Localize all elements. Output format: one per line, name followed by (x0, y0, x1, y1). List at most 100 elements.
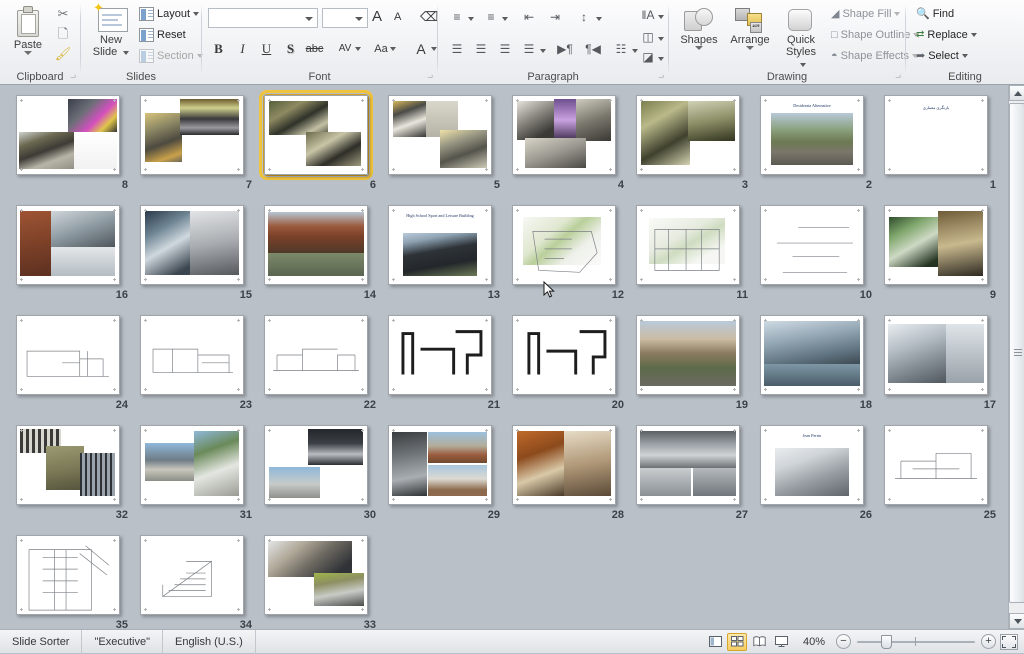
slide-canvas[interactable]: بازنگری معماری (884, 95, 988, 175)
slide-canvas[interactable]: Desiderata Alternative (760, 95, 864, 175)
font-dialog-launcher[interactable] (422, 71, 433, 82)
reading-view-button[interactable] (749, 633, 769, 651)
slide-thumb-wrap[interactable] (760, 205, 864, 285)
slide-canvas[interactable] (140, 425, 244, 505)
bold-button[interactable]: B (208, 38, 229, 60)
scroll-up-button[interactable] (1009, 85, 1024, 101)
change-case-button[interactable]: Aa (365, 38, 397, 60)
decrease-indent-button[interactable]: ⇤ (518, 6, 540, 28)
align-right-button[interactable]: ☰ (494, 38, 516, 60)
slide-canvas[interactable] (388, 315, 492, 395)
italic-button[interactable]: I (232, 38, 253, 60)
fit-slide-to-window-button[interactable] (1000, 634, 1018, 650)
align-center-button[interactable]: ☰ (470, 38, 492, 60)
slide-thumbnail-1[interactable]: بازنگری معماری1 (874, 95, 998, 175)
slide-thumbnail-7[interactable]: 7 (130, 95, 254, 175)
slide-thumb-wrap[interactable] (16, 425, 120, 505)
slide-thumbnail-20[interactable]: 20 (502, 315, 626, 395)
slide-thumb-wrap[interactable] (388, 315, 492, 395)
slide-canvas[interactable] (760, 205, 864, 285)
slide-canvas[interactable] (884, 425, 988, 505)
slide-canvas[interactable] (16, 205, 120, 285)
slide-thumb-wrap[interactable] (264, 205, 368, 285)
columns-button[interactable]: ☷ (610, 38, 632, 60)
convert-to-smartart-button[interactable]: ◪ (636, 46, 660, 68)
slide-thumbnail-30[interactable]: 30 (254, 425, 378, 505)
slide-thumbnail-4[interactable]: 4 (502, 95, 626, 175)
slide-canvas[interactable] (140, 205, 244, 285)
status-theme-name[interactable]: "Executive" (82, 630, 163, 654)
slide-canvas[interactable] (512, 95, 616, 175)
status-view-name[interactable]: Slide Sorter (0, 630, 82, 654)
shapes-button[interactable]: Shapes (675, 4, 723, 66)
reset-button[interactable]: Reset (137, 25, 188, 44)
slide-canvas[interactable]: High School Sport and Leisure Building (388, 205, 492, 285)
zoom-slider-handle[interactable] (881, 635, 892, 649)
slide-thumbnail-29[interactable]: 29 (378, 425, 502, 505)
slide-thumb-wrap[interactable]: High School Sport and Leisure Building (388, 205, 492, 285)
align-text-caret[interactable] (658, 32, 664, 44)
layout-caret-icon[interactable] (193, 12, 199, 16)
slide-thumb-wrap[interactable] (636, 205, 740, 285)
zoom-in-button[interactable]: + (981, 634, 996, 649)
slide-thumb-wrap[interactable] (512, 315, 616, 395)
slide-thumb-wrap[interactable] (636, 315, 740, 395)
slide-canvas[interactable] (884, 315, 988, 395)
vertical-scrollbar[interactable] (1008, 85, 1024, 629)
slide-thumbnail-34[interactable]: 34 (130, 535, 254, 615)
slide-sorter-panel[interactable]: 876543Desiderata Alternative2بازنگری معم… (0, 85, 1008, 629)
slide-thumb-wrap[interactable] (140, 535, 244, 615)
slide-thumb-wrap[interactable] (512, 205, 616, 285)
arrange-button[interactable]: Arrange (724, 4, 776, 66)
align-left-button[interactable]: ☰ (446, 38, 468, 60)
slide-canvas[interactable] (140, 535, 244, 615)
justify-caret[interactable] (540, 44, 546, 56)
slide-thumb-wrap[interactable] (140, 315, 244, 395)
decrease-font-size-button[interactable]: A (394, 6, 416, 28)
find-button[interactable]: 🔍 Find (914, 4, 956, 24)
slide-thumb-wrap[interactable] (512, 95, 616, 175)
slide-thumbnail-21[interactable]: 21 (378, 315, 502, 395)
slide-thumb-wrap[interactable] (140, 95, 244, 175)
replace-button[interactable]: ⇄ Replace (914, 25, 979, 45)
slide-thumb-wrap[interactable] (388, 425, 492, 505)
slide-thumb-wrap[interactable] (140, 425, 244, 505)
slide-thumb-wrap[interactable] (512, 425, 616, 505)
slide-thumbnail-23[interactable]: 23 (130, 315, 254, 395)
slide-thumb-wrap[interactable] (140, 205, 244, 285)
select-button[interactable]: ➦ Select (914, 46, 970, 66)
format-painter-button[interactable]: 🖌 (52, 44, 74, 63)
increase-indent-button[interactable]: ⇥ (544, 6, 566, 28)
slide-thumbnail-17[interactable]: 17 (874, 315, 998, 395)
quick-styles-caret-icon[interactable] (800, 63, 806, 67)
slide-thumbnail-9[interactable]: 9 (874, 205, 998, 285)
scroll-down-button[interactable] (1009, 613, 1024, 629)
char-spacing-caret-icon[interactable] (355, 47, 361, 51)
slide-canvas[interactable] (16, 425, 120, 505)
slide-canvas[interactable] (636, 205, 740, 285)
quick-styles-button[interactable]: Quick Styles (777, 4, 825, 66)
slide-thumbnail-11[interactable]: 11 (626, 205, 750, 285)
slide-canvas[interactable] (512, 205, 616, 285)
cut-button[interactable]: ✂ (52, 4, 74, 23)
slide-thumbnail-27[interactable]: 27 (626, 425, 750, 505)
drawing-dialog-launcher[interactable] (890, 71, 901, 82)
align-text-button[interactable]: ◫ (636, 26, 660, 48)
slide-thumbnail-5[interactable]: 5 (378, 95, 502, 175)
slide-show-view-button[interactable] (771, 633, 791, 651)
font-name-caret-icon[interactable] (305, 17, 313, 21)
slide-thumbnail-8[interactable]: 8 (6, 95, 130, 175)
slide-thumb-wrap[interactable] (264, 535, 368, 615)
normal-view-button[interactable] (705, 633, 725, 651)
slide-canvas[interactable] (140, 315, 244, 395)
section-button[interactable]: Section (137, 46, 205, 65)
paragraph-dialog-launcher[interactable] (653, 71, 664, 82)
slide-thumb-wrap[interactable]: بازنگری معماری (884, 95, 988, 175)
change-case-caret-icon[interactable] (390, 47, 396, 51)
new-slide-button[interactable]: ✦ New Slide (87, 4, 135, 66)
slide-canvas[interactable] (884, 205, 988, 285)
slide-thumbnail-24[interactable]: 24 (6, 315, 130, 395)
zoom-level-label[interactable]: 40% (792, 636, 836, 648)
layout-button[interactable]: Layout (137, 4, 201, 23)
status-language[interactable]: English (U.S.) (163, 630, 256, 654)
